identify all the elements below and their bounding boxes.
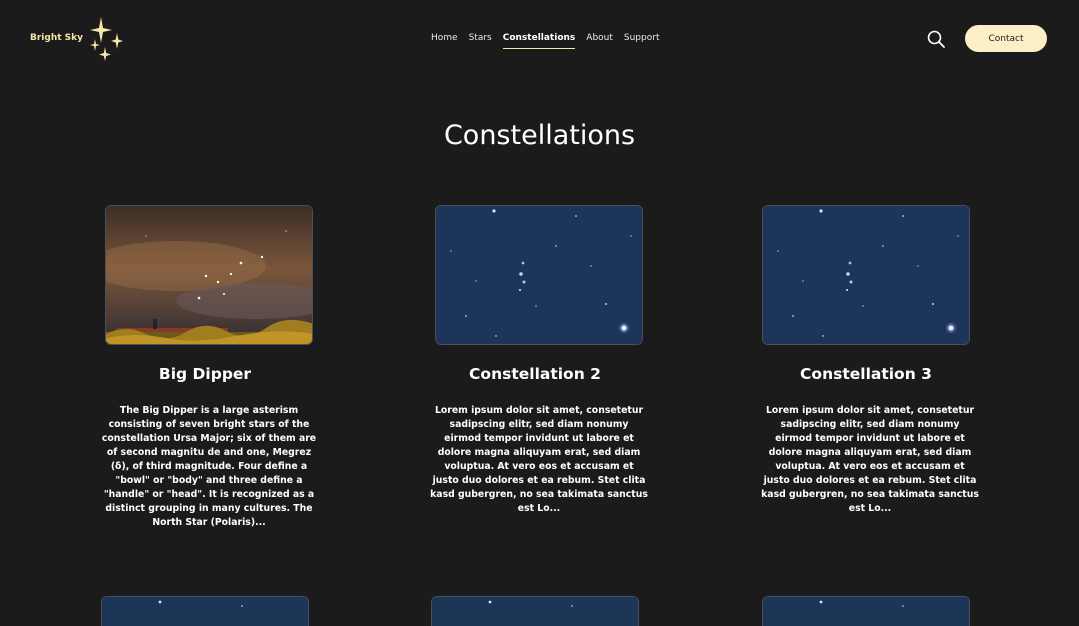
big-dipper-photo xyxy=(106,206,312,344)
sparkle-stars-icon xyxy=(90,17,124,61)
big-dipper-image[interactable] xyxy=(105,205,313,345)
card-title: Big Dipper xyxy=(158,365,252,383)
site-header: Bright Sky Home Stars Constellations Abo… xyxy=(0,0,1079,78)
nav-item-stars[interactable]: Stars xyxy=(469,31,492,49)
constellation-3-image[interactable] xyxy=(762,205,970,345)
nav-item-support[interactable]: Support xyxy=(624,31,660,49)
card-image-partial[interactable] xyxy=(101,596,309,626)
card-description: Lorem ipsum dolor sit amet, consetetur s… xyxy=(761,405,979,514)
card-title: Constellation 2 xyxy=(469,365,601,383)
contact-button[interactable]: Contact xyxy=(965,25,1047,52)
orion-starfield-photo xyxy=(436,206,642,344)
search-icon xyxy=(927,30,945,48)
orion-starfield-photo xyxy=(763,206,969,344)
brand-logo[interactable]: Bright Sky xyxy=(30,15,125,61)
search-button[interactable] xyxy=(926,29,946,49)
brand-name: Bright Sky xyxy=(30,33,84,43)
card-description: The Big Dipper is a large asterism consi… xyxy=(101,405,317,528)
constellation-2-image[interactable] xyxy=(435,205,643,345)
nav-item-home[interactable]: Home xyxy=(431,31,458,49)
page-title: Constellations xyxy=(443,120,636,151)
card-title: Constellation 3 xyxy=(800,365,932,383)
main-nav: Home Stars Constellations About Support xyxy=(431,31,670,49)
nav-item-constellations[interactable]: Constellations xyxy=(502,31,576,49)
card-description: Lorem ipsum dolor sit amet, consetetur s… xyxy=(430,405,648,514)
orion-starfield-photo xyxy=(763,597,969,626)
card-image-partial[interactable] xyxy=(762,596,970,626)
nav-item-about[interactable]: About xyxy=(586,31,613,49)
card-image-partial[interactable] xyxy=(431,596,639,626)
orion-starfield-photo xyxy=(102,597,308,626)
orion-starfield-photo xyxy=(432,597,638,626)
